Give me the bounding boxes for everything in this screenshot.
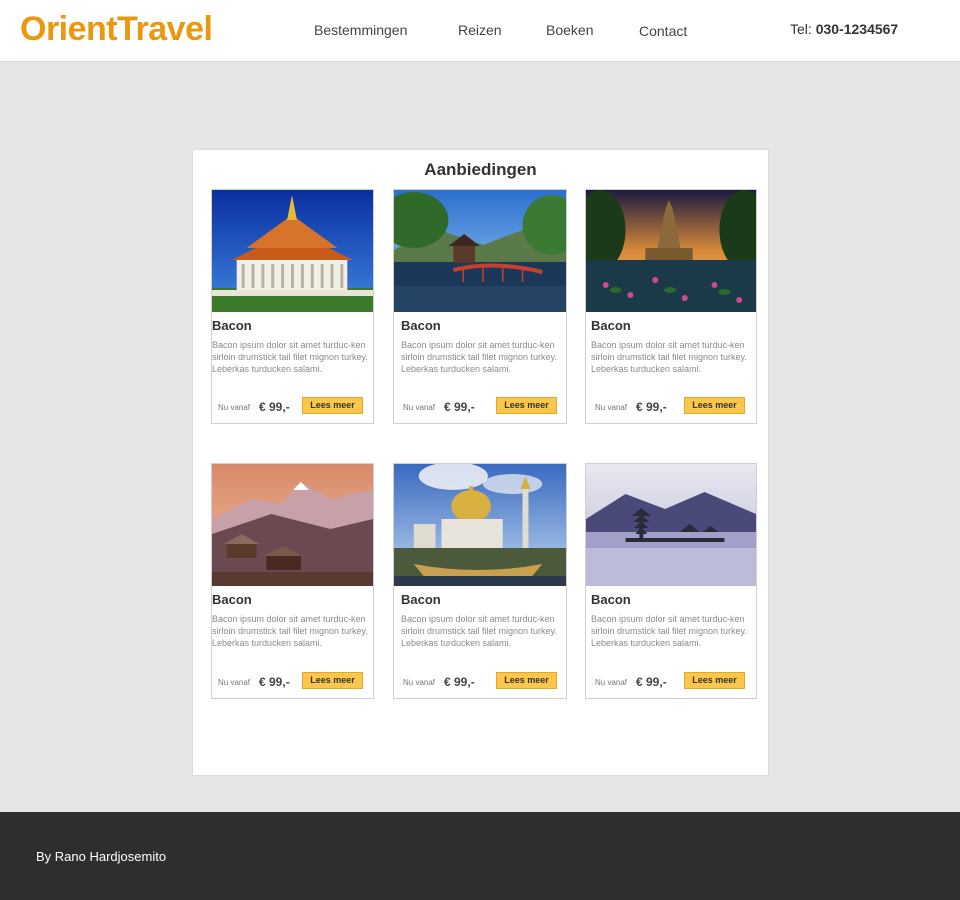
logo[interactable]: OrientTravel bbox=[20, 10, 213, 49]
card-description: Bacon ipsum dolor sit amet turduc-ken si… bbox=[212, 340, 368, 374]
nav-contact[interactable]: Contact bbox=[639, 23, 687, 39]
nav-boeken[interactable]: Boeken bbox=[546, 22, 593, 38]
offer-card: Bacon Bacon ipsum dolor sit amet turduc-… bbox=[211, 189, 374, 424]
footer-credit: By Rano Hardjosemito bbox=[36, 849, 167, 864]
bridge-lake-icon[interactable] bbox=[394, 190, 566, 312]
card-description: Bacon ipsum dolor sit amet turduc-ken si… bbox=[591, 614, 747, 648]
read-more-button[interactable]: Lees meer bbox=[496, 672, 557, 689]
read-more-button[interactable]: Lees meer bbox=[302, 397, 363, 414]
price: € 99,- bbox=[444, 675, 475, 689]
footer: By Rano Hardjosemito bbox=[0, 812, 960, 900]
card-description: Bacon ipsum dolor sit amet turduc-ken si… bbox=[212, 614, 368, 648]
price-label: Nu vanaf bbox=[218, 403, 251, 412]
offer-card: Bacon Bacon ipsum dolor sit amet turduc-… bbox=[211, 463, 374, 699]
offer-card: Bacon Bacon ipsum dolor sit amet turduc-… bbox=[585, 463, 757, 699]
card-description: Bacon ipsum dolor sit amet turduc-ken si… bbox=[591, 340, 747, 374]
stupa-lotus-icon[interactable] bbox=[586, 190, 756, 312]
price-label: Nu vanaf bbox=[403, 403, 436, 412]
phone-info: Tel: 030-1234567 bbox=[790, 21, 898, 37]
price-label: Nu vanaf bbox=[218, 678, 251, 687]
read-more-button[interactable]: Lees meer bbox=[302, 672, 363, 689]
nav-reizen[interactable]: Reizen bbox=[458, 22, 502, 38]
price-label: Nu vanaf bbox=[595, 678, 628, 687]
card-description: Bacon ipsum dolor sit amet turduc-ken si… bbox=[401, 340, 557, 374]
lake-pagoda-icon[interactable] bbox=[586, 464, 756, 586]
mountain-village-icon[interactable] bbox=[212, 464, 373, 586]
price: € 99,- bbox=[636, 675, 667, 689]
card-title: Bacon bbox=[401, 592, 441, 607]
header: OrientTravel Bestemmingen Reizen Boeken … bbox=[0, 0, 960, 62]
phone-number[interactable]: 030-1234567 bbox=[816, 21, 899, 37]
card-title: Bacon bbox=[212, 592, 252, 607]
read-more-button[interactable]: Lees meer bbox=[684, 672, 745, 689]
offers-panel: Aanbiedingen Bacon Bacon ipsum dolor sit… bbox=[192, 149, 769, 776]
price: € 99,- bbox=[259, 400, 290, 414]
card-title: Bacon bbox=[212, 318, 252, 333]
card-description: Bacon ipsum dolor sit amet turduc-ken si… bbox=[401, 614, 557, 648]
price-label: Nu vanaf bbox=[403, 678, 436, 687]
card-title: Bacon bbox=[591, 592, 631, 607]
price: € 99,- bbox=[444, 400, 475, 414]
price-label: Nu vanaf bbox=[595, 403, 628, 412]
phone-label: Tel: bbox=[790, 21, 812, 37]
card-title: Bacon bbox=[591, 318, 631, 333]
offer-card: Bacon Bacon ipsum dolor sit amet turduc-… bbox=[393, 189, 567, 424]
card-title: Bacon bbox=[401, 318, 441, 333]
read-more-button[interactable]: Lees meer bbox=[684, 397, 745, 414]
panel-title: Aanbiedingen bbox=[424, 160, 537, 179]
offer-card: Bacon Bacon ipsum dolor sit amet turduc-… bbox=[393, 463, 567, 699]
price: € 99,- bbox=[636, 400, 667, 414]
offer-card: Bacon Bacon ipsum dolor sit amet turduc-… bbox=[585, 189, 757, 424]
nav-bestemmingen[interactable]: Bestemmingen bbox=[314, 22, 407, 38]
temple-icon[interactable] bbox=[212, 190, 373, 312]
mosque-icon[interactable] bbox=[394, 464, 566, 586]
price: € 99,- bbox=[259, 675, 290, 689]
read-more-button[interactable]: Lees meer bbox=[496, 397, 557, 414]
